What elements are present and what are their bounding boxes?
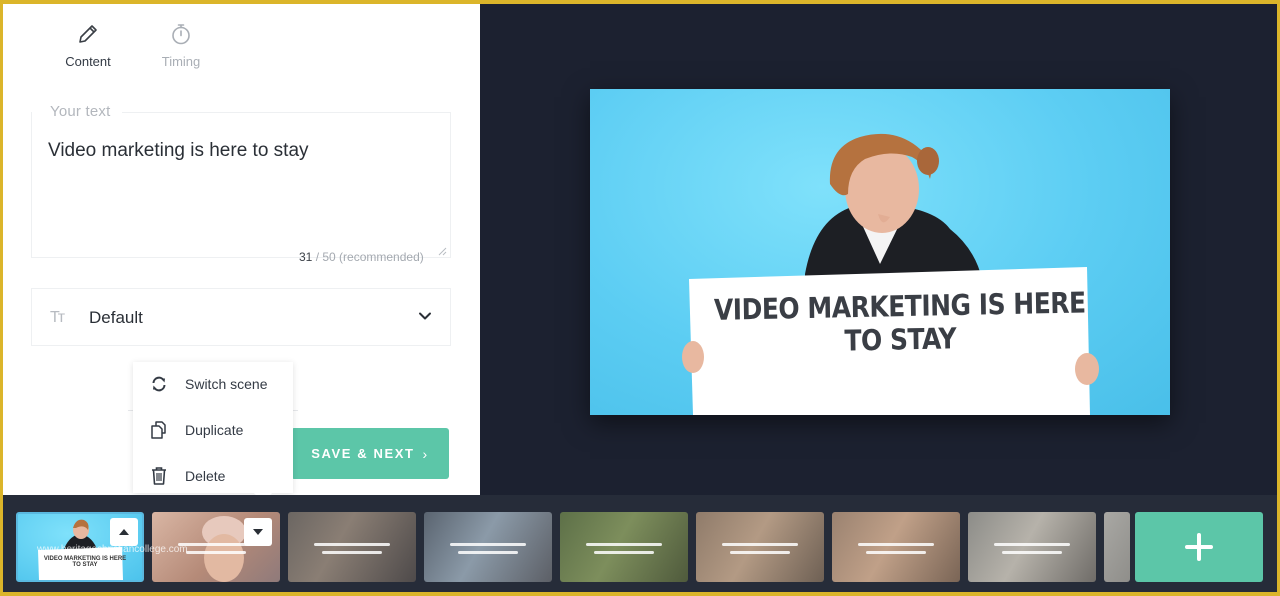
chevron-down-icon <box>419 312 431 320</box>
scene-thumbnail-3[interactable] <box>288 512 416 582</box>
scene-5-placeholder <box>584 543 664 559</box>
menu-item-switch-scene[interactable]: Switch scene <box>133 362 293 406</box>
app-frame: Content Timing Your text Video marketing… <box>3 4 1277 592</box>
scene-4-placeholder <box>448 543 528 559</box>
resize-handle-icon[interactable] <box>437 246 447 256</box>
scene-options-button[interactable] <box>244 518 272 546</box>
scene-timeline: VIDEO MARKETING IS HERE TO STAY <box>3 495 1277 592</box>
tab-timing-label: Timing <box>161 54 201 69</box>
scene-thumbnail-4[interactable] <box>424 512 552 582</box>
scene-3-placeholder <box>312 543 392 559</box>
scene-2-placeholder <box>176 543 256 559</box>
menu-item-duplicate[interactable]: Duplicate <box>133 408 293 452</box>
text-input-value[interactable]: Video marketing is here to stay <box>48 140 309 162</box>
text-field-label: Your text <box>50 103 111 120</box>
scene-1-caption: VIDEO MARKETING IS HERE TO STAY <box>43 556 127 568</box>
scene-thumbnail-7[interactable] <box>832 512 960 582</box>
tab-content[interactable]: Content <box>53 22 123 69</box>
scene-thumbnail-8[interactable] <box>968 512 1096 582</box>
scene-6-placeholder <box>720 543 800 559</box>
refresh-icon <box>152 376 166 392</box>
menu-item-label: Delete <box>185 468 226 484</box>
pencil-icon <box>79 25 97 43</box>
menu-item-delete[interactable]: Delete <box>133 454 293 498</box>
add-scene-button[interactable] <box>1135 512 1263 582</box>
tab-timing[interactable]: Timing <box>146 22 216 69</box>
text-input-border <box>122 112 450 113</box>
menu-item-label: Duplicate <box>185 422 244 438</box>
caret-down-icon <box>253 529 263 535</box>
character-limit: / 50 (recommended) <box>315 250 424 264</box>
text-input[interactable] <box>31 112 451 258</box>
plus-icon <box>1185 533 1213 561</box>
save-next-button[interactable]: SAVE & NEXT › <box>291 428 449 479</box>
scene-8-placeholder <box>992 543 1072 559</box>
stopwatch-icon <box>172 24 190 45</box>
watermark-text: www.heritagechristiancollege.com <box>37 544 188 555</box>
character-counter: 31 / 50 (recommended) <box>299 250 424 264</box>
video-preview: VIDEO MARKETING IS HERE TO STAY <box>590 89 1170 415</box>
character-count: 31 <box>299 250 313 264</box>
font-style-dropdown[interactable]: Tт Default <box>31 288 451 346</box>
sign-caption: VIDEO MARKETING IS HERE TO STAY <box>713 285 1086 358</box>
caret-up-icon <box>119 529 129 535</box>
scene-thumbnail-6[interactable] <box>696 512 824 582</box>
chevron-right-icon: › <box>422 445 429 462</box>
scene-context-menu: Switch scene Duplicate Delete <box>133 362 293 493</box>
move-up-button[interactable] <box>110 518 138 546</box>
presenter-photo <box>682 133 1099 415</box>
tab-content-label: Content <box>65 54 111 69</box>
scene-thumbnail-9[interactable] <box>1104 512 1130 582</box>
trash-icon <box>152 467 166 485</box>
scene-7-placeholder <box>856 543 936 559</box>
menu-item-label: Switch scene <box>185 376 268 392</box>
duplicate-icon <box>151 421 166 439</box>
save-next-label: SAVE & NEXT <box>311 446 415 461</box>
text-size-icon: Tт <box>50 309 65 326</box>
scene-thumbnail-5[interactable] <box>560 512 688 582</box>
font-style-value: Default <box>89 308 143 327</box>
